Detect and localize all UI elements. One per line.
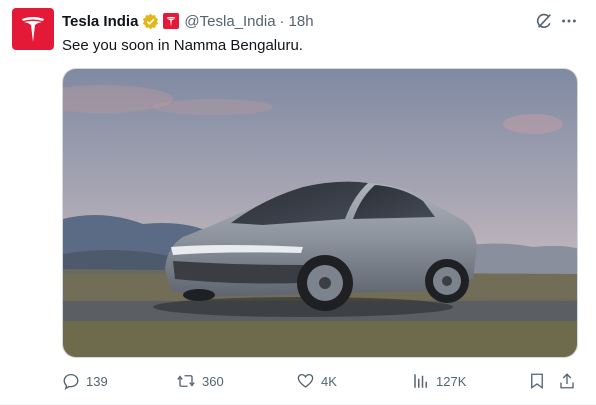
heart-icon	[297, 373, 314, 388]
repost-count: 360	[202, 373, 224, 389]
tweet-card[interactable]: Tesla India @Tesla_India · 18h See you s…	[0, 0, 596, 405]
analytics-icon	[414, 374, 427, 388]
reply-count: 139	[86, 373, 108, 389]
avatar[interactable]	[12, 8, 54, 50]
share-icon	[560, 373, 574, 389]
repost-icon	[177, 375, 195, 387]
tweet-media-image[interactable]	[62, 68, 578, 358]
tesla-logo-icon	[22, 17, 44, 42]
user-handle[interactable]: @Tesla_India	[184, 13, 275, 30]
separator-dot: ·	[279, 12, 285, 30]
share-button[interactable]	[558, 370, 576, 392]
tweet-header: Tesla India @Tesla_India · 18h	[62, 11, 314, 31]
grok-icon[interactable]	[532, 9, 556, 33]
like-count: 4K	[321, 373, 337, 389]
bookmark-icon	[531, 373, 543, 390]
views-count: 127K	[436, 373, 467, 389]
timestamp[interactable]: 18h	[289, 13, 314, 30]
like-button[interactable]: 4K	[296, 370, 337, 392]
verified-badge-icon[interactable]	[142, 13, 159, 30]
display-name[interactable]: Tesla India	[62, 13, 138, 30]
views-button[interactable]: 127K	[412, 370, 466, 392]
reply-icon	[63, 373, 79, 390]
more-options-icon[interactable]	[557, 9, 581, 33]
tweet-actions: 139 360 4K 127K	[62, 370, 580, 392]
bookmark-button[interactable]	[528, 370, 546, 392]
reply-button[interactable]: 139	[62, 370, 108, 392]
tweet-text: See you soon in Namma Bengaluru.	[62, 37, 303, 54]
repost-button[interactable]: 360	[176, 370, 224, 392]
affiliate-badge-icon[interactable]	[163, 13, 180, 29]
